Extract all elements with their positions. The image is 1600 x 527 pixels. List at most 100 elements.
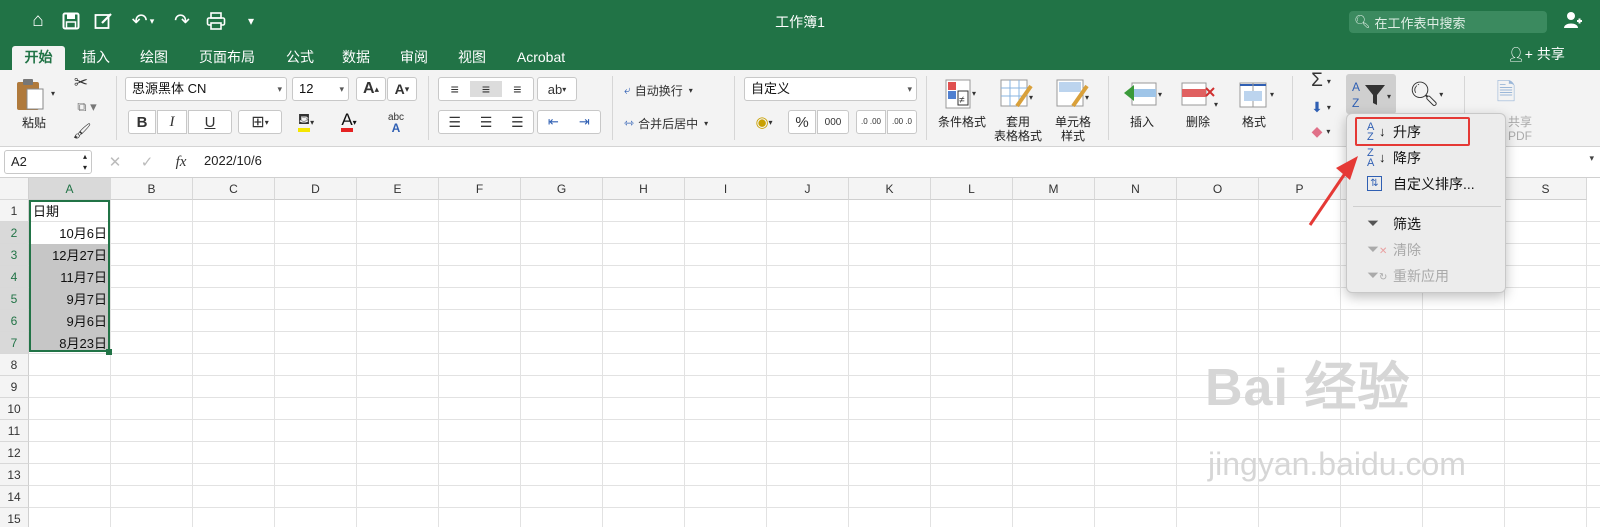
row-header-4[interactable]: 4 [0,266,29,288]
delete-cells-icon[interactable]: ▾ [1176,76,1222,112]
number-format-select[interactable]: 自定义 ▾ [744,77,917,101]
decrease-decimal-button[interactable]: .00 .0 [887,110,917,134]
tab-acrobat[interactable]: Acrobat [510,46,572,70]
percent-button[interactable]: % [788,110,816,134]
tab-page-layout[interactable]: 页面布局 [192,46,262,70]
increase-font-size-button[interactable]: A ▴ [356,77,386,101]
row-header-3[interactable]: 3 [0,244,29,266]
expand-formula-icon[interactable]: ▾ [1589,153,1594,164]
paste-dropdown-icon[interactable]: ▾ [48,86,58,100]
cell-A6[interactable]: 9月6日 [30,311,107,332]
column-header-i[interactable]: I [685,178,767,200]
paste-icon[interactable] [12,76,48,114]
row-header-9[interactable]: 9 [0,376,29,398]
bold-button[interactable]: B [128,110,156,134]
column-header-g[interactable]: G [521,178,603,200]
cut-icon[interactable]: ✂ [70,72,92,94]
menu-item-sort-descending[interactable]: Z A ↓ 降序 [1347,146,1507,170]
cell-A3[interactable]: 12月27日 [30,245,107,266]
tab-draw[interactable]: 绘图 [134,46,174,70]
format-painter-icon[interactable]: 🖌︎ [70,120,94,142]
column-header-d[interactable]: D [275,178,357,200]
merge-center-button[interactable]: ⇿ 合并后居中 ▾ [624,112,728,134]
orientation-icon[interactable]: ab ▾ [537,77,577,101]
row-header-5[interactable]: 5 [0,288,29,310]
decrease-indent-icon[interactable]: ⇤ [538,114,569,130]
borders-icon[interactable]: ⊞ ▾ [238,110,282,134]
cell-A7[interactable]: 8月23日 [30,333,107,354]
column-header-n[interactable]: N [1095,178,1177,200]
insert-cells-icon[interactable]: ▾ [1120,76,1166,112]
column-header-l[interactable]: L [931,178,1013,200]
conditional-format-icon[interactable]: ≠ ▾ [940,76,982,112]
insert-function-button[interactable]: fx [168,151,194,173]
row-header-12[interactable]: 12 [0,442,29,464]
row-header-6[interactable]: 6 [0,310,29,332]
tab-review[interactable]: 审阅 [394,46,434,70]
user-icon[interactable] [1562,9,1586,33]
phonetic-button[interactable]: abc A [374,110,418,136]
fill-color-icon[interactable]: ⛾ ▾ [286,110,326,134]
tab-formulas[interactable]: 公式 [280,46,320,70]
menu-item-custom-sort[interactable]: ⇅ 自定义排序... [1347,172,1507,196]
cell-A1[interactable]: 日期 [33,201,59,222]
cancel-icon[interactable]: ✕ [104,151,126,173]
column-header-m[interactable]: M [1013,178,1095,200]
font-size-select[interactable]: 12 ▾ [292,77,349,101]
select-all-corner[interactable] [0,178,29,200]
format-cells-icon[interactable]: ▾ [1232,76,1278,112]
column-header-c[interactable]: C [193,178,275,200]
column-header-e[interactable]: E [357,178,439,200]
cell-style-icon[interactable]: ▾ [1052,76,1094,112]
wrap-text-button[interactable]: ⤶ 自动换行 ▾ [624,79,716,101]
align-middle-icon[interactable]: ≡ [470,81,502,97]
table-format-icon[interactable]: ▾ [996,76,1038,112]
column-header-a[interactable]: A [29,178,111,200]
underline-button[interactable]: U [188,110,232,134]
italic-button[interactable]: I [157,110,187,134]
currency-icon[interactable]: ◉ ▾ [745,110,783,134]
tab-insert[interactable]: 插入 [76,46,116,70]
share-button[interactable]: 👤︎+ 共享 [1507,44,1565,64]
align-left-icon[interactable]: ☰ [439,114,470,131]
row-header-14[interactable]: 14 [0,486,29,508]
row-header-10[interactable]: 10 [0,398,29,420]
align-top-icon[interactable]: ≡ [439,81,470,97]
share-pdf-icon[interactable]: 🗎 [1488,78,1524,112]
confirm-icon[interactable]: ✓ [136,151,158,173]
sort-filter-button[interactable]: A Z ▾ [1346,74,1396,114]
font-name-select[interactable]: 思源黑体 CN ▾ [125,77,287,101]
tab-view[interactable]: 视图 [452,46,492,70]
column-header-j[interactable]: J [767,178,849,200]
row-header-7[interactable]: 7 [0,332,29,354]
fill-icon[interactable]: ⬇ ▾ [1304,96,1338,118]
menu-item-reapply[interactable]: ⏷↻ 重新应用 [1347,264,1507,288]
search-input[interactable]: 🔍︎ 在工作表中搜索 [1349,11,1547,33]
align-right-icon[interactable]: ☰ [502,114,533,131]
column-header-b[interactable]: B [111,178,193,200]
decrease-font-size-button[interactable]: A ▾ [387,77,417,101]
column-header-h[interactable]: H [603,178,685,200]
find-select-icon[interactable]: 🔍︎ ▾ [1404,76,1448,112]
row-header-13[interactable]: 13 [0,464,29,486]
column-header-f[interactable]: F [439,178,521,200]
row-header-8[interactable]: 8 [0,354,29,376]
row-header-2[interactable]: 2 [0,222,29,244]
menu-item-filter[interactable]: ⏷ 筛选 [1347,212,1507,236]
cell-A5[interactable]: 9月7日 [30,289,107,310]
column-header-s[interactable]: S [1505,178,1587,200]
formula-input[interactable]: 2022/10/6 [204,153,262,168]
row-header-1[interactable]: 1 [0,200,29,222]
cell-A4[interactable]: 11月7日 [30,267,107,288]
align-bottom-icon[interactable]: ≡ [502,81,533,97]
tab-data[interactable]: 数据 [336,46,376,70]
row-header-15[interactable]: 15 [0,508,29,527]
increase-indent-icon[interactable]: ⇥ [569,114,600,130]
column-header-o[interactable]: O [1177,178,1259,200]
copy-icon[interactable]: ⧉ ▾ [70,96,104,118]
row-header-11[interactable]: 11 [0,420,29,442]
increase-decimal-button[interactable]: .0 .00 [856,110,886,134]
thousands-button[interactable]: 000 [817,110,849,134]
menu-item-clear[interactable]: ⏷✕ 清除 [1347,238,1507,262]
tab-home[interactable]: 开始 [12,46,65,70]
